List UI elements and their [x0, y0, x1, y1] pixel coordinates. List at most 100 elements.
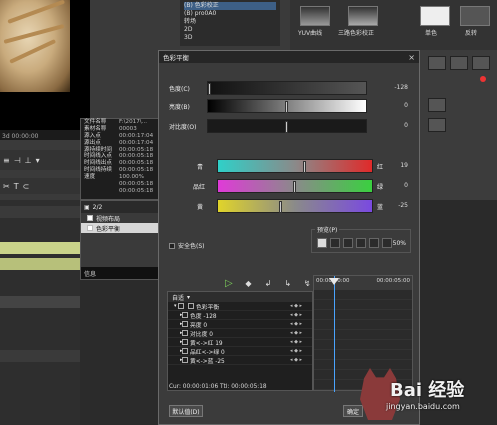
preview-mode-button[interactable] — [317, 238, 327, 248]
effect-thumbnail[interactable] — [348, 6, 378, 26]
magenta-green-slider[interactable] — [217, 179, 373, 193]
slider-knob[interactable] — [303, 161, 306, 173]
mark-icon[interactable]: ⊥ — [25, 156, 32, 165]
preview-mode-button[interactable] — [330, 238, 340, 248]
arrow-down-icon[interactable]: ▾ — [36, 156, 40, 165]
expand-icon[interactable]: ▾ — [168, 303, 177, 309]
tool-button[interactable] — [450, 56, 468, 70]
tree-item[interactable]: 转场 — [184, 18, 276, 26]
cut-icon[interactable]: ✂ — [3, 182, 10, 191]
effect-thumbnail[interactable] — [420, 6, 450, 26]
keyframe-nav-icons[interactable]: ◂ ◆ ▸ — [290, 339, 312, 345]
timeline-track[interactable] — [0, 296, 80, 308]
slider-value[interactable]: -25 — [398, 202, 408, 209]
menu-icon[interactable]: ≡ — [3, 156, 10, 165]
preview-mode-button[interactable] — [356, 238, 366, 248]
tool-button[interactable] — [428, 56, 446, 70]
play-icon[interactable]: ▷ — [223, 277, 235, 289]
keyframe-param-name: 黄<->蓝 -25 — [190, 358, 225, 365]
add-keyframe-icon[interactable]: ◆ — [243, 277, 255, 289]
tree-item[interactable]: 3D — [184, 34, 276, 42]
slider-knob[interactable] — [208, 83, 211, 95]
playhead-handle-icon[interactable] — [329, 278, 339, 285]
slider-knob[interactable] — [285, 101, 288, 113]
clip-info-panel: 文件名称 F:\2017\... 素材名称 00003 源入点 00:00:17:04… — [80, 118, 164, 200]
effects-tree[interactable]: (B) 色彩校正 (B) pro0A0 转场 2D 3D — [180, 0, 280, 46]
split-icon[interactable]: ⊣ — [14, 156, 21, 165]
transport-bar[interactable]: ≡ ⊣ ⊥ ▾ — [0, 150, 90, 170]
slider-knob[interactable] — [285, 121, 288, 133]
expand-icon[interactable]: ▸ — [168, 339, 183, 345]
cyan-red-slider[interactable] — [217, 159, 373, 173]
effect-thumbnail[interactable] — [300, 6, 330, 26]
tool-button[interactable] — [428, 98, 446, 112]
slider-value[interactable]: 0 — [404, 102, 408, 109]
timeline-track[interactable] — [0, 350, 80, 362]
fx-enable-checkbox[interactable] — [87, 215, 93, 221]
text-tool-icon[interactable]: T — [14, 182, 19, 191]
next-keyframe-icon[interactable]: ↳ — [282, 277, 294, 289]
expand-icon[interactable]: ▸ — [168, 348, 183, 354]
fx-list-item[interactable]: 色彩平衡 — [81, 223, 163, 233]
keyframe-checkbox[interactable] — [182, 321, 188, 327]
brightness-slider[interactable] — [207, 99, 367, 113]
chroma-slider[interactable] — [207, 81, 367, 95]
preview-mode-button[interactable] — [382, 238, 392, 248]
expand-icon[interactable]: ▸ — [168, 321, 183, 327]
keyframe-checkbox[interactable] — [178, 303, 184, 309]
timeline-track[interactable] — [0, 206, 80, 218]
preview-window: 3d 00:00:00 — [0, 0, 90, 140]
tree-item[interactable]: 2D — [184, 26, 276, 34]
yellow-blue-slider-row: 黄 蓝 -25 — [169, 197, 414, 215]
expand-icon[interactable]: ▸ — [168, 357, 183, 363]
preview-mode-button[interactable] — [343, 238, 353, 248]
tree-item[interactable]: (B) pro0A0 — [184, 10, 276, 18]
keyframe-checkbox[interactable] — [182, 348, 188, 354]
slider-value[interactable]: 19 — [400, 162, 408, 169]
link-icon[interactable]: ⊂ — [23, 182, 30, 191]
playhead-line[interactable] — [334, 276, 335, 392]
keyframe-checkbox[interactable] — [182, 357, 188, 363]
magenta-green-slider-row: 品红 绿 0 — [169, 177, 414, 195]
keyframe-nav-icons[interactable]: ◂ ◆ ▸ — [290, 303, 312, 309]
keyframe-nav-icons[interactable]: ◂ ◆ ▸ — [290, 312, 312, 318]
keyframe-row[interactable]: ▸ 黄<->蓝 -25 ◂ ◆ ▸ — [168, 356, 312, 365]
timeline-clip[interactable] — [0, 242, 80, 254]
chevron-down-icon[interactable]: ▾ — [187, 294, 190, 301]
slider-knob[interactable] — [293, 181, 296, 193]
tool-button[interactable] — [428, 118, 446, 132]
info-key: 源出点 — [84, 139, 101, 146]
expand-icon[interactable]: ▸ — [168, 330, 183, 336]
preview-mode-button[interactable] — [369, 238, 379, 248]
keyframe-nav-icons[interactable]: ◂ ◆ ▸ — [290, 321, 312, 327]
current-total-timecode: Cur: 00:00:01:06 Ttl: 00:00:05:18 — [169, 384, 267, 390]
yellow-blue-slider[interactable] — [217, 199, 373, 213]
prev-keyframe-icon[interactable]: ↲ — [262, 277, 274, 289]
keyframe-checkbox[interactable] — [182, 312, 188, 318]
timeline-clip[interactable] — [0, 258, 80, 270]
keyframe-checkbox[interactable] — [182, 330, 188, 336]
slider-value[interactable]: 0 — [404, 122, 408, 129]
effect-thumbnail[interactable] — [460, 6, 490, 26]
slider-value[interactable]: 0 — [404, 182, 408, 189]
close-icon[interactable]: × — [408, 53, 415, 62]
slider-knob[interactable] — [279, 201, 282, 213]
keyframe-mode-label[interactable]: 自适 — [172, 293, 184, 302]
default-button[interactable]: 默认值(D) — [169, 405, 203, 417]
slider-value[interactable]: -128 — [394, 84, 408, 91]
tool-button[interactable] — [472, 56, 490, 70]
expand-icon[interactable]: ▸ — [168, 312, 183, 318]
edit-toolbar[interactable]: ✂ T ⊂ — [0, 178, 90, 194]
keyframe-checkbox[interactable] — [182, 339, 188, 345]
tree-item[interactable]: (B) 色彩校正 — [184, 2, 276, 10]
fx-list-item[interactable]: 视频布局 — [81, 213, 163, 223]
keyframe-nav-icons[interactable]: ◂ ◆ ▸ — [290, 330, 312, 336]
fx-enable-checkbox[interactable] — [87, 225, 93, 231]
keyframe-checkbox[interactable] — [188, 303, 194, 309]
keyframe-nav-icons[interactable]: ◂ ◆ ▸ — [290, 357, 312, 363]
delete-keyframe-icon[interactable]: ↯ — [301, 277, 313, 289]
safe-color-checkbox[interactable] — [169, 242, 175, 249]
keyframe-nav-icons[interactable]: ◂ ◆ ▸ — [290, 348, 312, 354]
safe-color-option[interactable]: 安全色(S) — [169, 241, 205, 250]
contrast-slider[interactable] — [207, 119, 367, 133]
